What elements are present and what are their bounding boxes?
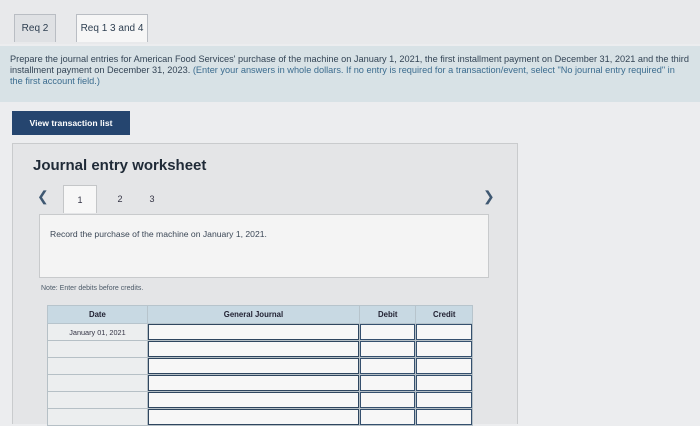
date-cell xyxy=(47,374,148,392)
credit-cell[interactable] xyxy=(415,323,473,341)
account-select[interactable] xyxy=(147,341,360,357)
debit-cell[interactable] xyxy=(359,408,417,426)
table-row xyxy=(47,340,473,358)
credit-input[interactable] xyxy=(416,358,472,374)
table-row xyxy=(47,408,473,426)
credit-input[interactable] xyxy=(416,324,472,340)
entry-description: Record the purchase of the machine on Ja… xyxy=(50,229,267,239)
step-tab-2[interactable]: 2 xyxy=(111,185,129,213)
column-header-debit: Debit xyxy=(359,305,417,324)
chevron-left-icon[interactable]: ❮ xyxy=(37,188,49,205)
column-header-general-journal: General Journal xyxy=(146,305,361,324)
view-transaction-list-button[interactable]: View transaction list xyxy=(12,111,130,135)
credit-cell[interactable] xyxy=(415,374,473,392)
account-select[interactable] xyxy=(147,409,360,425)
date-cell xyxy=(47,391,148,409)
debit-cell[interactable] xyxy=(359,391,417,409)
credit-input[interactable] xyxy=(416,392,472,408)
instructions-banner: Prepare the journal entries for American… xyxy=(0,46,700,102)
worksheet-title: Journal entry worksheet xyxy=(33,157,207,174)
debit-input[interactable] xyxy=(360,375,416,391)
account-cell[interactable] xyxy=(146,408,361,426)
credit-input[interactable] xyxy=(416,341,472,357)
credit-input[interactable] xyxy=(416,409,472,425)
account-cell[interactable] xyxy=(146,340,361,358)
account-select[interactable] xyxy=(147,375,360,391)
date-cell xyxy=(47,408,148,426)
step-tab-1[interactable]: 1 xyxy=(63,185,97,213)
account-cell[interactable] xyxy=(146,323,361,341)
debits-before-credits-note: Note: Enter debits before credits. xyxy=(41,285,144,292)
account-select[interactable] xyxy=(147,358,360,374)
table-row xyxy=(47,391,473,409)
date-cell xyxy=(47,340,148,358)
credit-cell[interactable] xyxy=(415,340,473,358)
account-cell[interactable] xyxy=(146,374,361,392)
credit-cell[interactable] xyxy=(415,357,473,375)
date-cell xyxy=(47,357,148,375)
debit-input[interactable] xyxy=(360,358,416,374)
column-header-credit: Credit xyxy=(415,305,473,324)
table-row xyxy=(47,357,473,375)
journal-entry-table: Date General Journal Debit Credit Januar… xyxy=(47,305,473,426)
table-row: January 01, 2021 xyxy=(47,323,473,341)
debit-input[interactable] xyxy=(360,409,416,425)
debit-input[interactable] xyxy=(360,324,416,340)
account-cell[interactable] xyxy=(146,391,361,409)
journal-entry-worksheet-panel: Journal entry worksheet ❮ ❯ 1 2 3 Record… xyxy=(12,143,518,426)
debit-cell[interactable] xyxy=(359,340,417,358)
date-cell: January 01, 2021 xyxy=(47,323,148,341)
credit-cell[interactable] xyxy=(415,408,473,426)
debit-input[interactable] xyxy=(360,341,416,357)
column-header-date: Date xyxy=(47,305,148,324)
worksheet-step-tabs: 1 2 3 xyxy=(63,185,488,215)
step-tab-3[interactable]: 3 xyxy=(143,185,161,213)
debit-input[interactable] xyxy=(360,392,416,408)
credit-input[interactable] xyxy=(416,375,472,391)
entry-description-box: Record the purchase of the machine on Ja… xyxy=(39,214,489,278)
account-select[interactable] xyxy=(147,392,360,408)
requirement-tabs: Req 2 Req 1 3 and 4 xyxy=(0,0,700,44)
account-cell[interactable] xyxy=(146,357,361,375)
debit-cell[interactable] xyxy=(359,357,417,375)
tab-req-2[interactable]: Req 2 xyxy=(14,14,56,42)
tab-req-1-3-and-4[interactable]: Req 1 3 and 4 xyxy=(76,14,148,42)
debit-cell[interactable] xyxy=(359,323,417,341)
account-select[interactable] xyxy=(147,324,360,340)
credit-cell[interactable] xyxy=(415,391,473,409)
debit-cell[interactable] xyxy=(359,374,417,392)
table-row xyxy=(47,374,473,392)
